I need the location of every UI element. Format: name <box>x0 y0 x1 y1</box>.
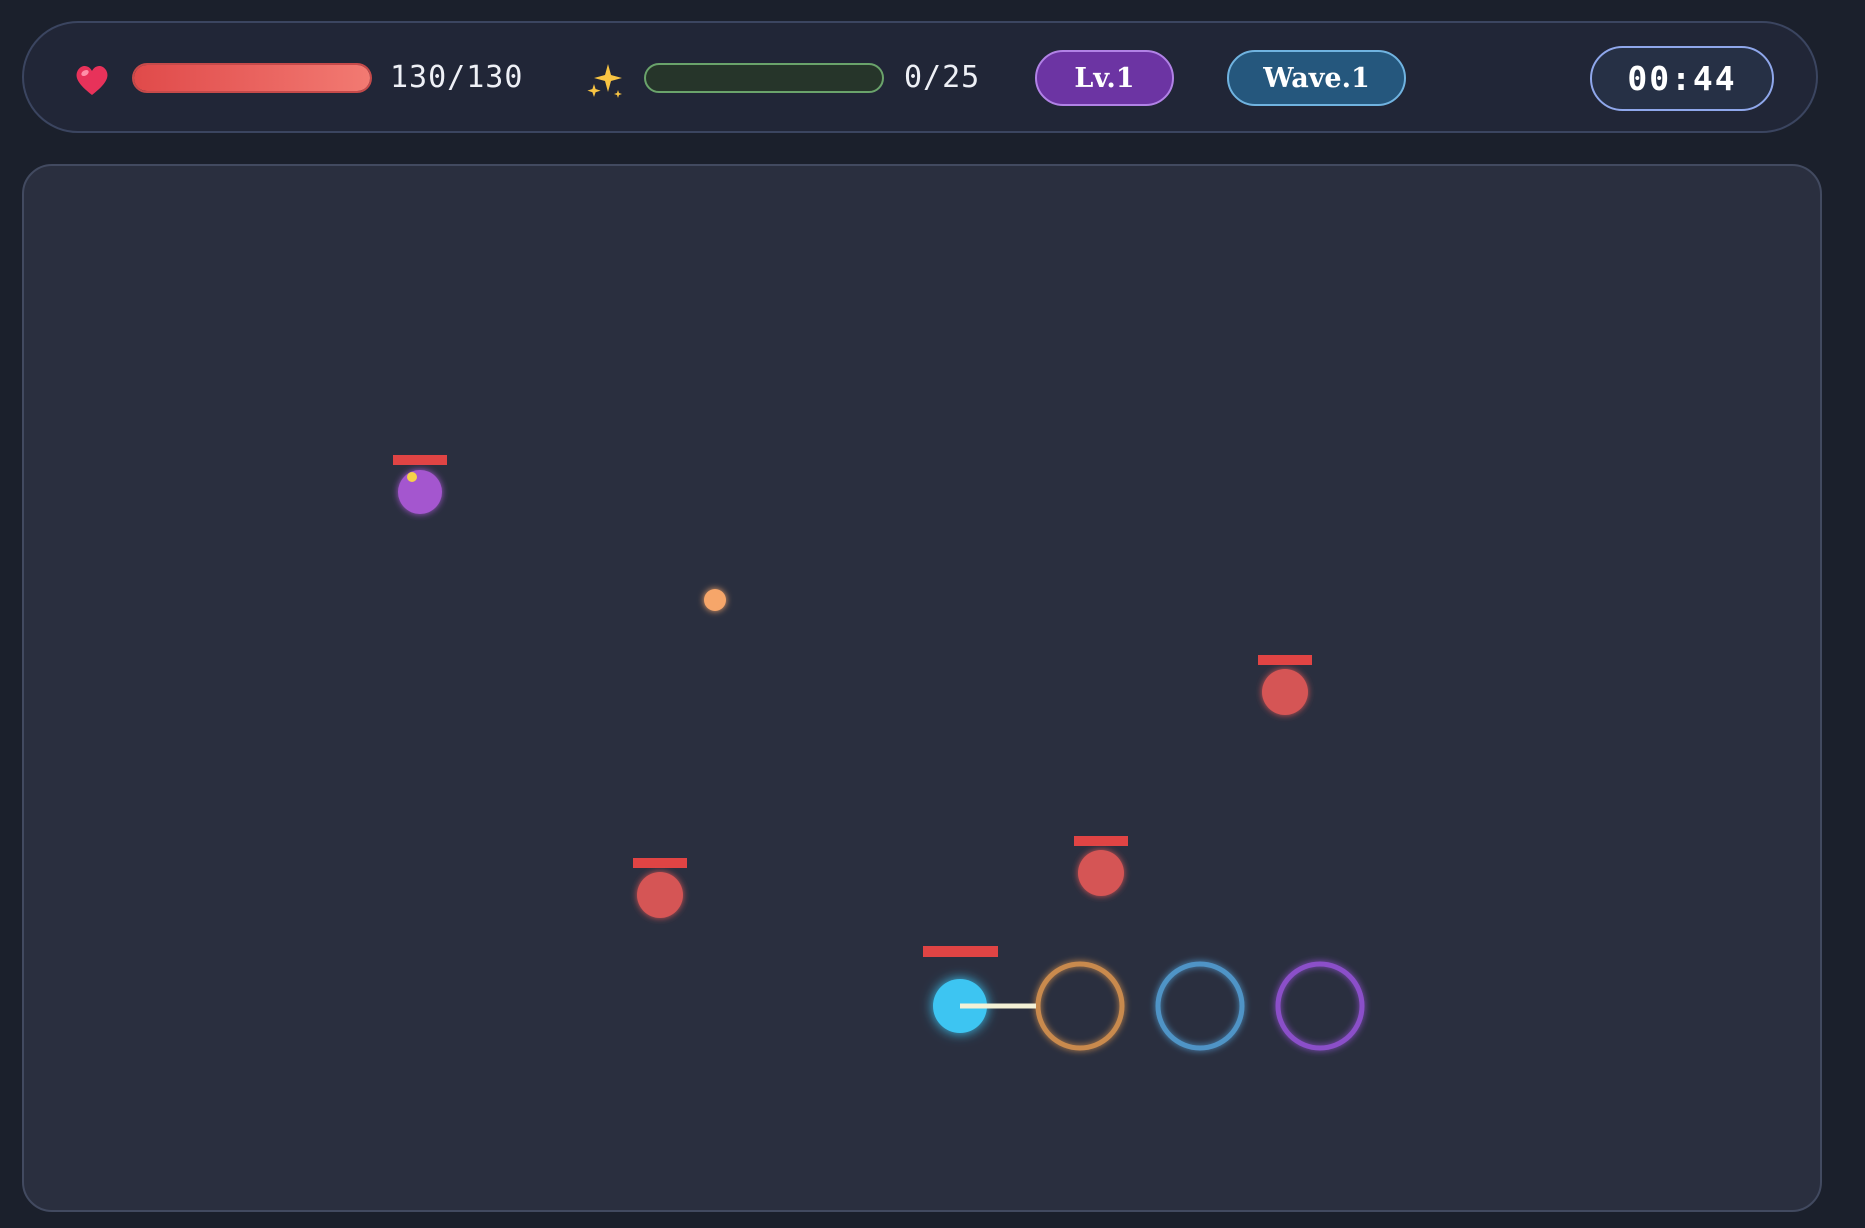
enemy-body <box>637 872 683 918</box>
orbit-ring-blue <box>1155 961 1245 1051</box>
enemy <box>1074 836 1128 896</box>
enemy-health-bar <box>1074 836 1128 846</box>
enemy-body <box>1262 669 1308 715</box>
enemy-health-bar <box>633 858 687 868</box>
enemy-eye <box>407 472 417 482</box>
player-health-bar <box>923 946 998 957</box>
experience-bar <box>644 63 884 93</box>
orbit-ring-purple <box>1275 961 1365 1051</box>
enemy-health-bar <box>1258 655 1312 665</box>
enemy-body <box>398 470 442 514</box>
wave-badge: Wave.1 <box>1227 50 1406 106</box>
arena-canvas <box>393 455 1365 1051</box>
experience-text: 0/25 <box>904 60 981 95</box>
health-bar <box>132 63 372 93</box>
enemy <box>1258 655 1312 715</box>
heart-icon <box>76 65 108 95</box>
health-text: 130/130 <box>390 60 524 95</box>
sparkle-icon <box>587 64 622 98</box>
xp-orb <box>704 589 726 611</box>
enemy <box>633 858 687 918</box>
enemy-body <box>1078 850 1124 896</box>
timer: 00:44 <box>1590 46 1774 111</box>
health-bar-fill <box>134 65 370 91</box>
orbit-ring-orange <box>1035 961 1125 1051</box>
enemy-health-bar <box>393 455 447 465</box>
enemy-elite <box>393 455 447 514</box>
level-badge: Lv.1 <box>1035 50 1174 106</box>
player <box>923 946 1036 1033</box>
